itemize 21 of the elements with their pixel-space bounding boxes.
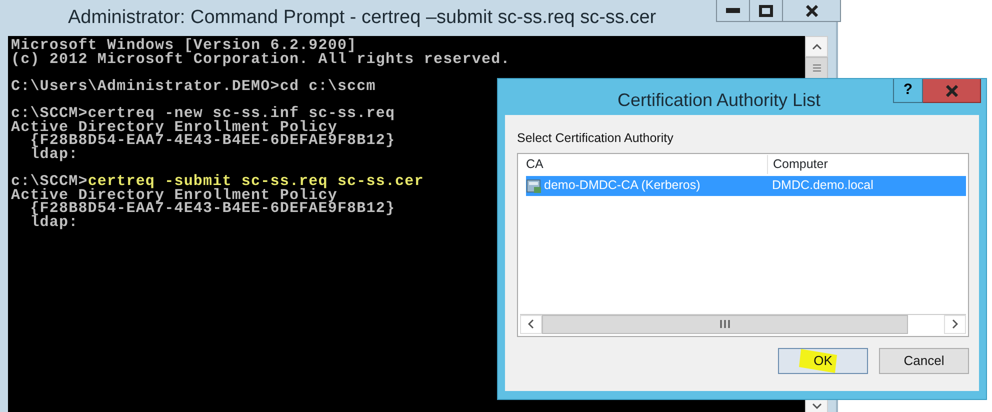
cancel-button[interactable]: Cancel [879,348,969,374]
console-line: Microsoft Windows [Version 6.2.9200] [11,39,357,53]
console-line: {F28B8D54-EAA7-4E43-B4EE-6DEFAE9F8B12} [29,202,396,216]
console-line: c:\SCCM>certreq -submit sc-ss.req sc-ss.cer [11,174,424,189]
console-line: C:\Users\Administrator.DEMO>cd c:\sccm [11,80,376,94]
window-title: Administrator: Command Prompt - certreq –submit sc-ss.req sc-ss.cer [68,6,656,30]
console-line: c:\SCCM>certreq -new sc-ss.inf sc-ss.req [11,106,396,121]
console-line: (c) 2012 Microsoft Corporation. All rights reserved. [11,52,510,66]
console-line: Active Directory Enrollment Policy [11,120,338,134]
console-line: ldap: [29,148,78,162]
dialog-title: Certification Authority List [616,89,822,112]
console-line: {F28B8D54-EAA7-4E43-B4EE-6DEFAE9F8B12} [29,134,396,148]
column-header[interactable]: Computer [768,155,828,174]
list-label: Select Certification Authority [517,130,674,147]
ca-name: demo-DMDC-CA (Kerberos) [544,177,700,194]
help-button[interactable]: ? [893,79,923,103]
console-line: Active Directory Enrollment Policy [11,188,338,202]
computer-name: DMDC.demo.local [771,177,874,194]
console-line: ldap: [29,216,78,230]
ok-button[interactable]: OK [778,348,868,374]
column-header[interactable]: CA [518,155,768,174]
